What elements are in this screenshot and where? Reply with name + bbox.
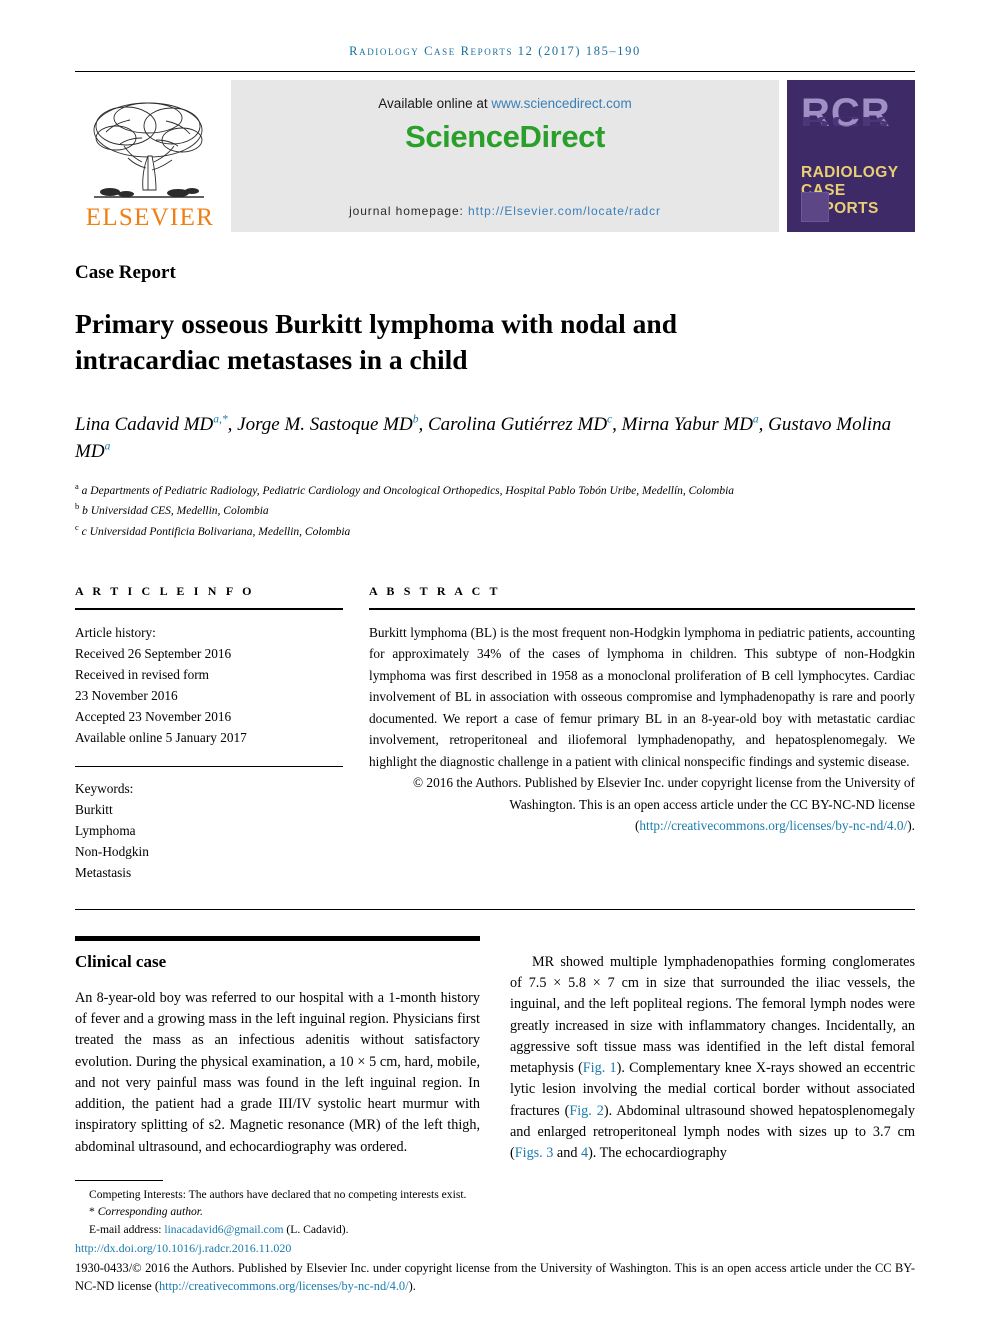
article-info-heading: A R T I C L E I N F O [75,583,255,598]
clinical-case-paragraph: An 8-year-old boy was referred to our ho… [75,989,480,1155]
abstract-column: A B S T R A C T Burkitt lymphoma (BL) is… [369,584,915,883]
journal-homepage-line: journal homepage: http://Elsevier.com/lo… [349,204,661,218]
article-accepted: Accepted 23 November 2016 [75,708,232,724]
rcr-title-line-1: RADIOLOGY [801,164,899,181]
masthead: ELSEVIER Available online at www.science… [75,80,915,232]
abstract-copyright-tail: ). [907,818,915,834]
footnote-region: Competing Interests: The authors have de… [75,1179,915,1296]
abstract-divider [369,607,915,610]
keyword-item: Burkitt [75,801,113,817]
journal-cover-rcr: RCR RCR RADIOLOGY CASE REPORTS [787,80,915,232]
email-address-note: E-mail address: linacadavid6@gmail.com (… [75,1221,915,1238]
doi-link[interactable]: http://dx.doi.org/10.1016/j.radcr.2016.1… [75,1239,915,1257]
abstract-bottom-divider [75,908,915,910]
license-tail: ). [408,1279,416,1294]
header-divider [75,71,915,72]
page-title: Primary osseous Burkitt lymphoma with no… [75,308,678,376]
keywords-divider [75,765,343,767]
elsevier-logo: ELSEVIER [75,80,225,232]
journal-homepage-label: journal homepage: [349,204,469,218]
abstract-copyright: © 2016 the Authors. Published by Elsevie… [369,772,915,837]
creative-commons-link[interactable]: http://creativecommons.org/licenses/by-n… [639,818,907,833]
corresponding-author-text: Corresponding author. [97,1205,203,1219]
mr-findings-part-5: ). The echocardiography [588,1145,727,1162]
keyword-item: Lymphoma [75,822,136,838]
article-history-block: Article history: Received 26 September 2… [75,622,343,748]
mr-findings-paragraph: MR showed multiple lymphadenopathies for… [510,952,915,1165]
affiliation-c: c c Universidad Pontificia Bolivariana, … [75,521,351,538]
keywords-block: Keywords: Burkitt Lymphoma Non-Hodgkin M… [75,778,343,883]
license-statement: 1930-0433/© 2016 the Authors. Published … [75,1260,915,1296]
article-received: Received 26 September 2016 [75,645,232,661]
elsevier-mark-icon [801,192,829,222]
abstract-text: Burkitt lymphoma (BL) is the most freque… [369,624,915,769]
affiliation-list: a a Departments of Pediatric Radiology, … [75,480,915,542]
email-link[interactable]: linacadavid6@gmail.com [164,1223,283,1236]
article-revised-label: Received in revised form [75,666,210,682]
available-online-text: Available online at www.sciencedirect.co… [378,96,631,111]
mr-findings-part-4: and [553,1145,581,1162]
article-info-column: A R T I C L E I N F O Article history: R… [75,584,343,883]
email-label: E-mail address: [89,1222,165,1236]
sciencedirect-wordmark: ScienceDirect [405,119,605,154]
author-list: Lina Cadavid MDa,*, Jorge M. Sastoque MD… [75,413,892,463]
keywords-label: Keywords: [75,780,134,796]
rcr-acronym: RCR [801,91,891,135]
article-info-divider [75,607,343,610]
sciencedirect-banner: Available online at www.sciencedirect.co… [231,80,779,232]
elsevier-tree-icon [93,102,204,198]
competing-interests-note: Competing Interests: The authors have de… [89,1187,467,1201]
article-revised-date: 23 November 2016 [75,687,178,703]
affiliation-c-text: c Universidad Pontificia Bolivariana, Me… [81,525,351,538]
available-online-label: Available online at [378,96,492,111]
article-history-label: Article history: [75,624,156,640]
journal-homepage-link[interactable]: http://Elsevier.com/locate/radcr [468,204,661,218]
footnote-divider [75,1179,163,1181]
sciencedirect-url-link[interactable]: www.sciencedirect.com [491,96,631,111]
keyword-item: Metastasis [75,864,132,880]
email-suffix: (L. Cadavid). [283,1222,349,1236]
mr-findings-part-1: MR showed multiple lymphadenopathies for… [510,953,915,1077]
info-abstract-region: A R T I C L E I N F O Article history: R… [75,584,915,883]
figure-reference-4[interactable]: 4 [581,1145,588,1161]
section-rule [75,935,480,941]
section-heading-clinical-case: Clinical case [75,951,167,971]
body-column-right: MR showed multiple lymphadenopathies for… [510,936,915,1165]
journal-article-page: Radiology Case Reports 12 (2017) 185–190 [0,0,990,1320]
affiliation-b-text: b Universidad CES, Medellin, Colombia [82,505,269,518]
body-column-left: Clinical case An 8-year-old boy was refe… [75,935,480,1165]
affiliation-b: b b Universidad CES, Medellin, Colombia [75,501,269,518]
affiliation-a-text: a Departments of Pediatric Radiology, Pe… [81,484,735,497]
elsevier-wordmark: ELSEVIER [85,204,215,231]
article-available-online: Available online 5 January 2017 [75,729,247,745]
corresponding-author-note: * Corresponding author. [75,1203,915,1220]
abstract-heading: A B S T R A C T [369,583,501,598]
license-link[interactable]: http://creativecommons.org/licenses/by-n… [159,1279,409,1293]
affiliation-a: a a Departments of Pediatric Radiology, … [75,480,735,497]
keyword-item: Non-Hodgkin [75,843,149,859]
corresponding-author-marker: * [89,1205,95,1219]
running-head: Radiology Case Reports 12 (2017) 185–190 [349,44,641,58]
figure-reference-2[interactable]: Fig. 2 [569,1103,604,1119]
figure-reference-1[interactable]: Fig. 1 [583,1060,617,1076]
article-type-label: Case Report [75,262,176,283]
figure-reference-3[interactable]: Figs. 3 [515,1145,554,1161]
body-columns: Clinical case An 8-year-old boy was refe… [75,935,915,1165]
rcr-acronym-reflection: RCR [801,117,915,126]
